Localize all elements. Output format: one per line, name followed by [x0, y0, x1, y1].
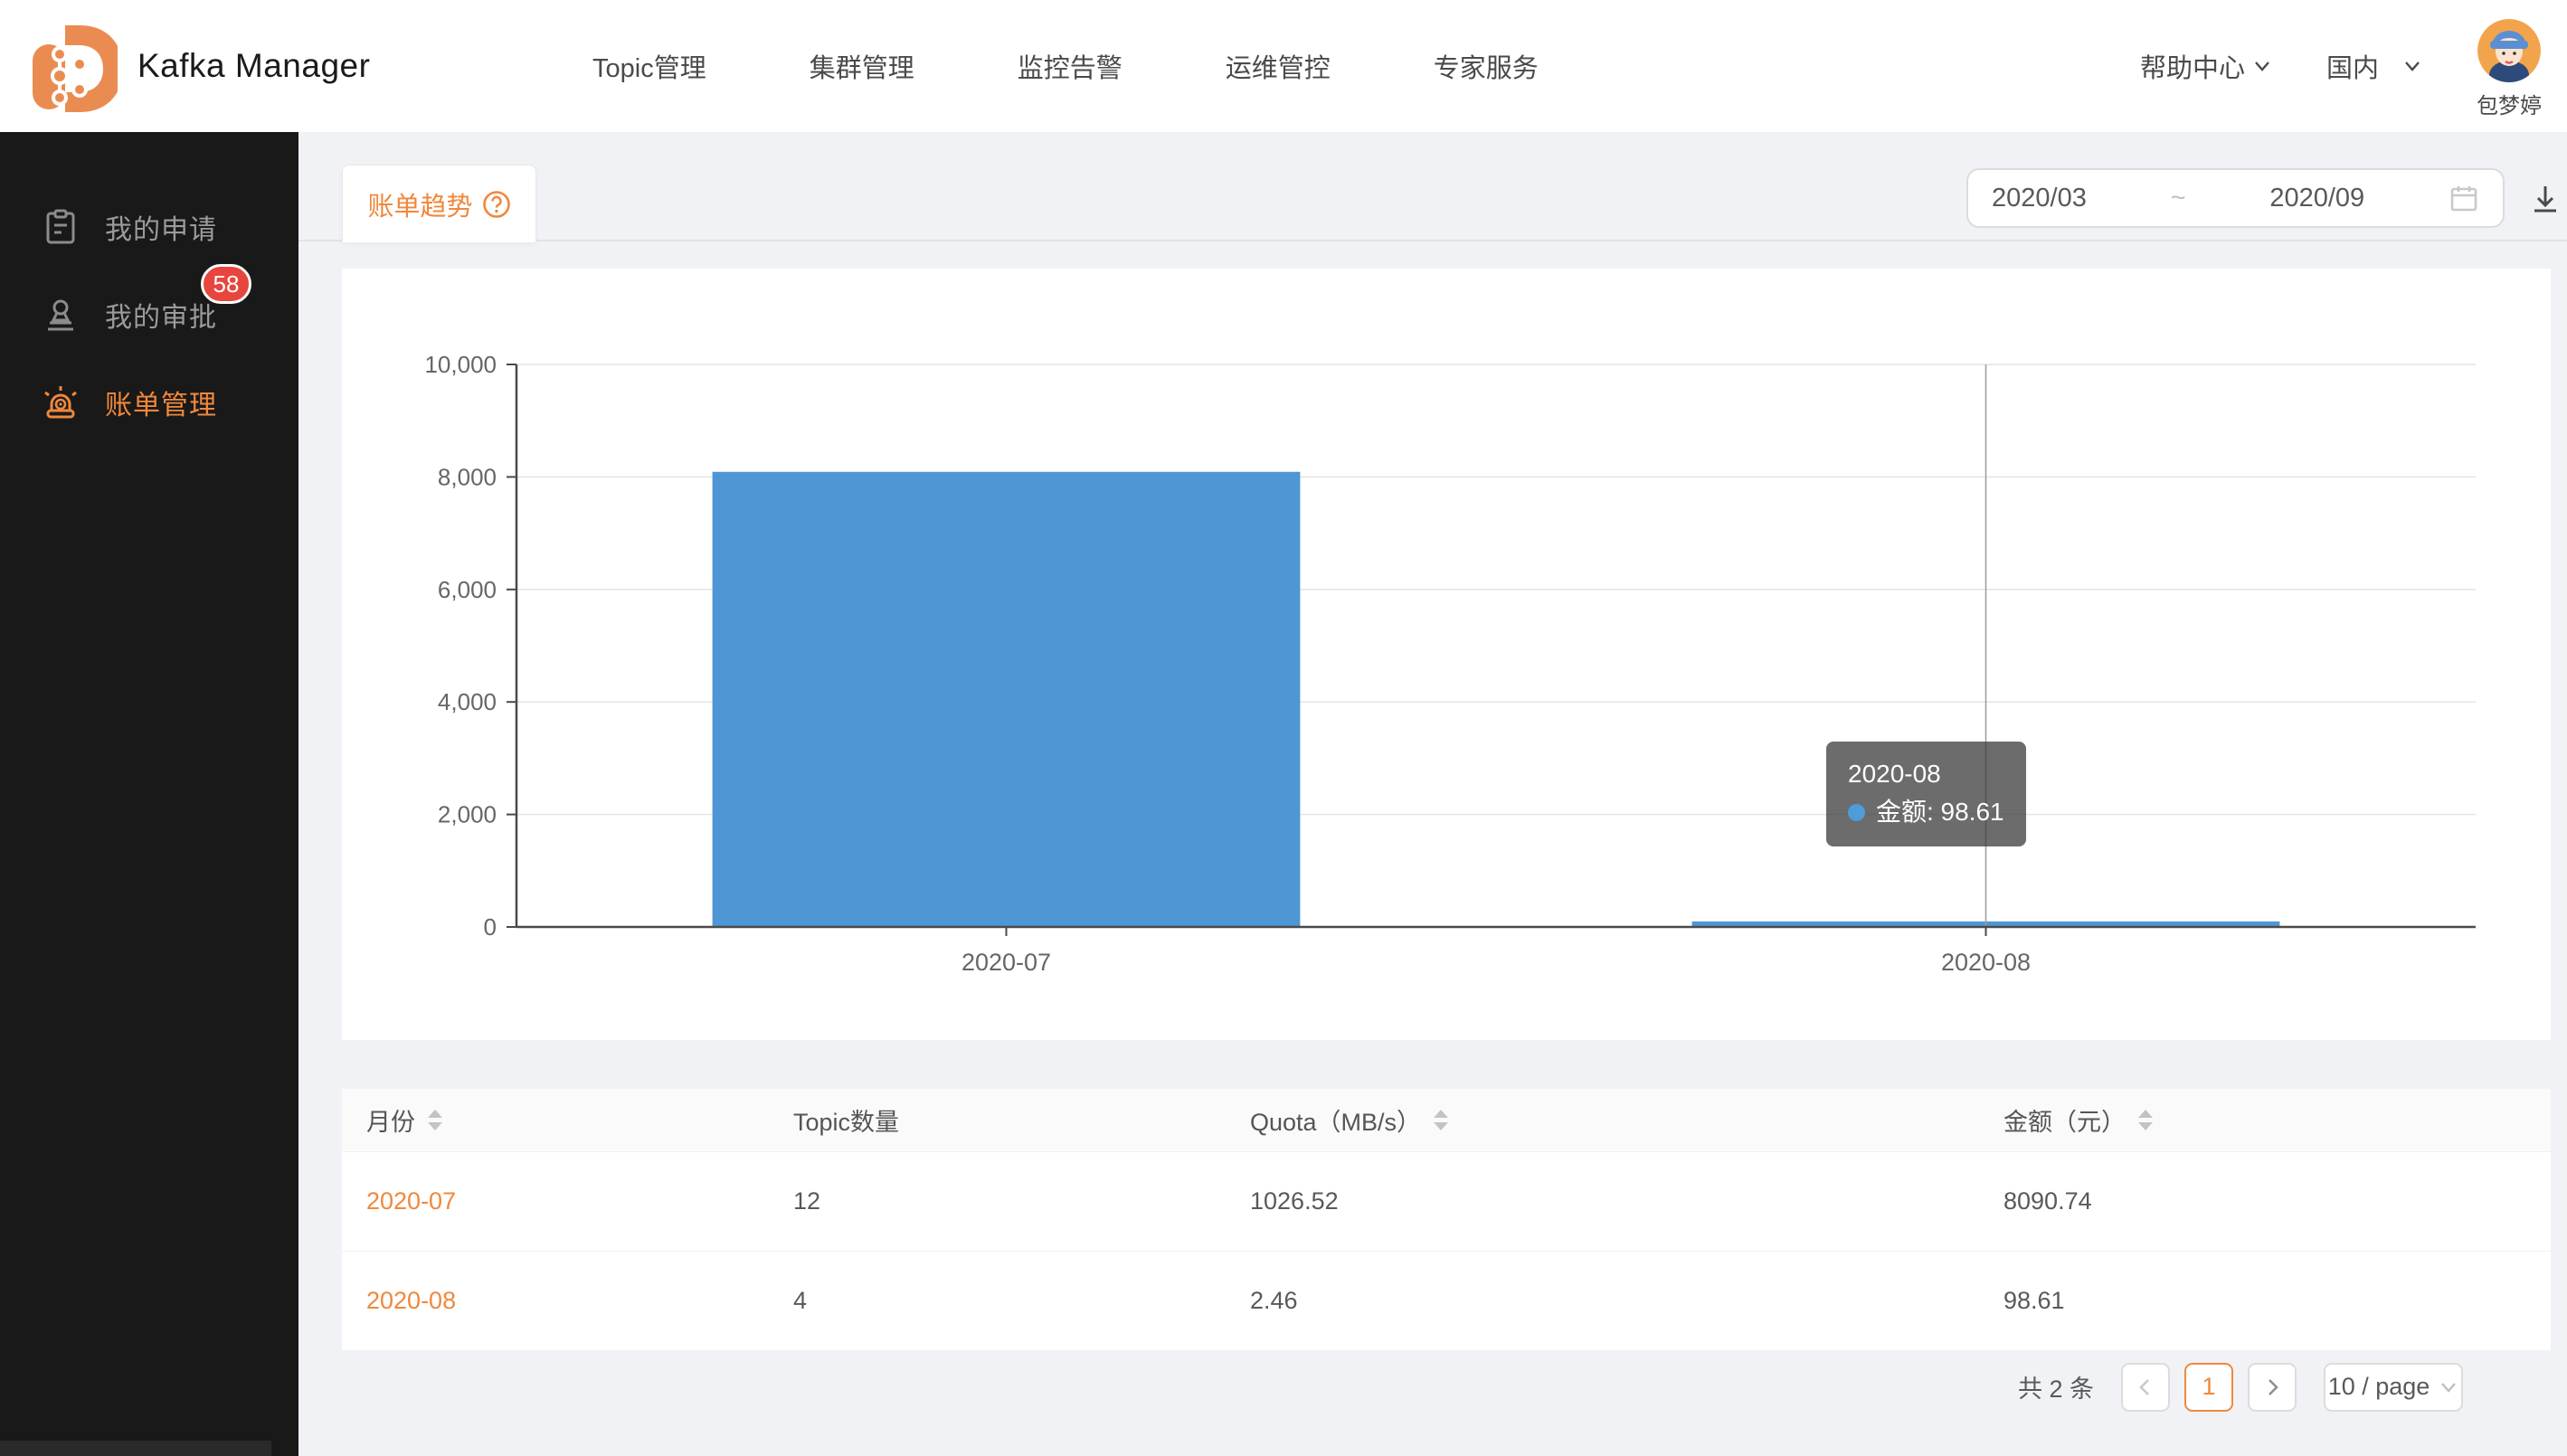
nav-ops[interactable]: 运维管控: [1226, 47, 1331, 85]
y-axis-tick-label: 4,000: [438, 688, 497, 715]
brand[interactable]: Kafka Manager: [25, 20, 370, 112]
y-axis-tick-label: 6,000: [438, 576, 497, 603]
region-dropdown[interactable]: 国内: [2326, 47, 2422, 85]
y-axis-tick-label: 8,000: [438, 463, 497, 490]
chevron-left-icon: [2136, 1377, 2155, 1397]
avatar: [2477, 19, 2541, 82]
region-label: 国内: [2326, 47, 2379, 85]
page-1-button[interactable]: 1: [2184, 1363, 2233, 1412]
month-link[interactable]: 2020-07: [366, 1187, 456, 1215]
help-center-label: 帮助中心: [2140, 47, 2245, 85]
sidebar-item-billing[interactable]: 账单管理: [0, 358, 298, 446]
date-separator: ~: [2171, 184, 2186, 213]
download-icon[interactable]: [2527, 181, 2563, 217]
sidebar-label: 我的申请: [105, 207, 217, 247]
chevron-down-icon: [2252, 56, 2272, 76]
month-link[interactable]: 2020-08: [366, 1287, 456, 1314]
pagination: 共 2 条 1 10 / page: [2018, 1362, 2463, 1412]
user-menu[interactable]: 包梦婷: [2477, 19, 2542, 119]
username: 包梦婷: [2477, 88, 2542, 119]
sidebar-item-my-approvals[interactable]: 我的审批 58: [0, 270, 298, 358]
column-header-quota[interactable]: Quota（MB/s）: [1226, 1089, 1979, 1152]
column-header-topic-count: Topic数量: [769, 1089, 1226, 1152]
cell-amount: 8090.74: [1979, 1152, 2551, 1252]
chevron-down-icon: [2402, 56, 2422, 76]
header-right: 帮助中心 国内: [2140, 0, 2542, 132]
column-label: 金额（元）: [2003, 1102, 2126, 1138]
x-axis-tick-label: 2020-07: [961, 949, 1051, 976]
table-row: 2020-07 12 1026.52 8090.74: [342, 1152, 2551, 1252]
approvals-count-badge: 58: [201, 264, 251, 304]
bar-2020-07[interactable]: [713, 472, 1301, 927]
toolbar-divider: [298, 240, 2567, 241]
cell-topic-count: 4: [769, 1252, 1226, 1351]
nav-monitor[interactable]: 监控告警: [1018, 47, 1122, 85]
nav-cluster[interactable]: 集群管理: [810, 47, 914, 85]
total-count: 共 2 条: [2018, 1369, 2094, 1404]
sidebar-label: 我的审批: [105, 295, 217, 335]
bar-chart: 0 2,000 4,000 6,000 8,000 10,000 2020-07 2020-0…: [342, 269, 2551, 1040]
app-title: Kafka Manager: [137, 47, 370, 85]
next-page-button[interactable]: [2248, 1363, 2297, 1412]
horizontal-scrollbar[interactable]: [0, 1441, 271, 1456]
column-label: 月份: [366, 1102, 415, 1138]
siren-icon: [42, 383, 80, 421]
sidebar-label: 账单管理: [105, 383, 217, 422]
column-label: Topic数量: [793, 1102, 899, 1138]
nav-topic[interactable]: Topic管理: [592, 47, 706, 85]
sort-icon[interactable]: [1434, 1110, 1448, 1130]
billing-trend-chart-card: 0 2,000 4,000 6,000 8,000 10,000 2020-07 2020-0…: [342, 269, 2551, 1040]
cell-quota: 2.46: [1226, 1252, 1979, 1351]
kafka-manager-app: Kafka Manager Topic管理 集群管理 监控告警 运维管控 专家服…: [0, 0, 2567, 1456]
stamp-icon: [42, 296, 80, 334]
clipboard-icon: [42, 208, 80, 246]
billing-table: 月份 Topic数量 Quota（MB/s）: [342, 1089, 2551, 1350]
help-center-dropdown[interactable]: 帮助中心: [2140, 47, 2272, 85]
calendar-icon[interactable]: [2449, 183, 2479, 213]
sort-icon[interactable]: [2138, 1110, 2153, 1130]
date-start-input[interactable]: 2020/03: [1992, 184, 2087, 213]
y-axis-tick-label: 2,000: [438, 801, 497, 828]
cell-topic-count: 12: [769, 1152, 1226, 1252]
column-header-amount[interactable]: 金额（元）: [1979, 1089, 2551, 1152]
billing-table-card: 月份 Topic数量 Quota（MB/s）: [342, 1089, 2551, 1350]
sort-icon[interactable]: [428, 1110, 442, 1130]
sidebar-item-my-applications[interactable]: 我的申请: [0, 183, 298, 270]
tab-billing-trend[interactable]: 账单趋势: [342, 165, 536, 242]
tab-label: 账单趋势: [367, 185, 472, 223]
app-logo-icon: [25, 20, 118, 112]
chevron-down-icon: [2439, 1377, 2458, 1397]
date-range-picker[interactable]: 2020/03 ~ 2020/09: [1966, 168, 2505, 228]
cell-quota: 1026.52: [1226, 1152, 1979, 1252]
y-axis-tick-label: 0: [484, 913, 497, 941]
page-size-select[interactable]: 10 / page: [2324, 1363, 2463, 1412]
y-axis-tick-label: 10,000: [424, 351, 497, 378]
sidebar: 我的申请 我的审批 58 账单管理: [0, 132, 298, 1456]
table-header-row: 月份 Topic数量 Quota（MB/s）: [342, 1089, 2551, 1152]
column-header-month[interactable]: 月份: [342, 1089, 769, 1152]
help-question-icon[interactable]: [482, 190, 511, 219]
cell-amount: 98.61: [1979, 1252, 2551, 1351]
page-size-value: 10 / page: [2328, 1373, 2430, 1401]
x-axis-tick-label: 2020-08: [1941, 949, 2031, 976]
top-nav-menu: Topic管理 集群管理 监控告警 运维管控 专家服务: [592, 0, 1539, 132]
nav-expert[interactable]: 专家服务: [1434, 47, 1539, 85]
prev-page-button[interactable]: [2121, 1363, 2170, 1412]
chevron-right-icon: [2262, 1377, 2282, 1397]
column-label: Quota（MB/s）: [1250, 1102, 1421, 1138]
date-end-input[interactable]: 2020/09: [2269, 184, 2364, 213]
table-row: 2020-08 4 2.46 98.61: [342, 1252, 2551, 1351]
top-navbar: Kafka Manager Topic管理 集群管理 监控告警 运维管控 专家服…: [0, 0, 2567, 132]
